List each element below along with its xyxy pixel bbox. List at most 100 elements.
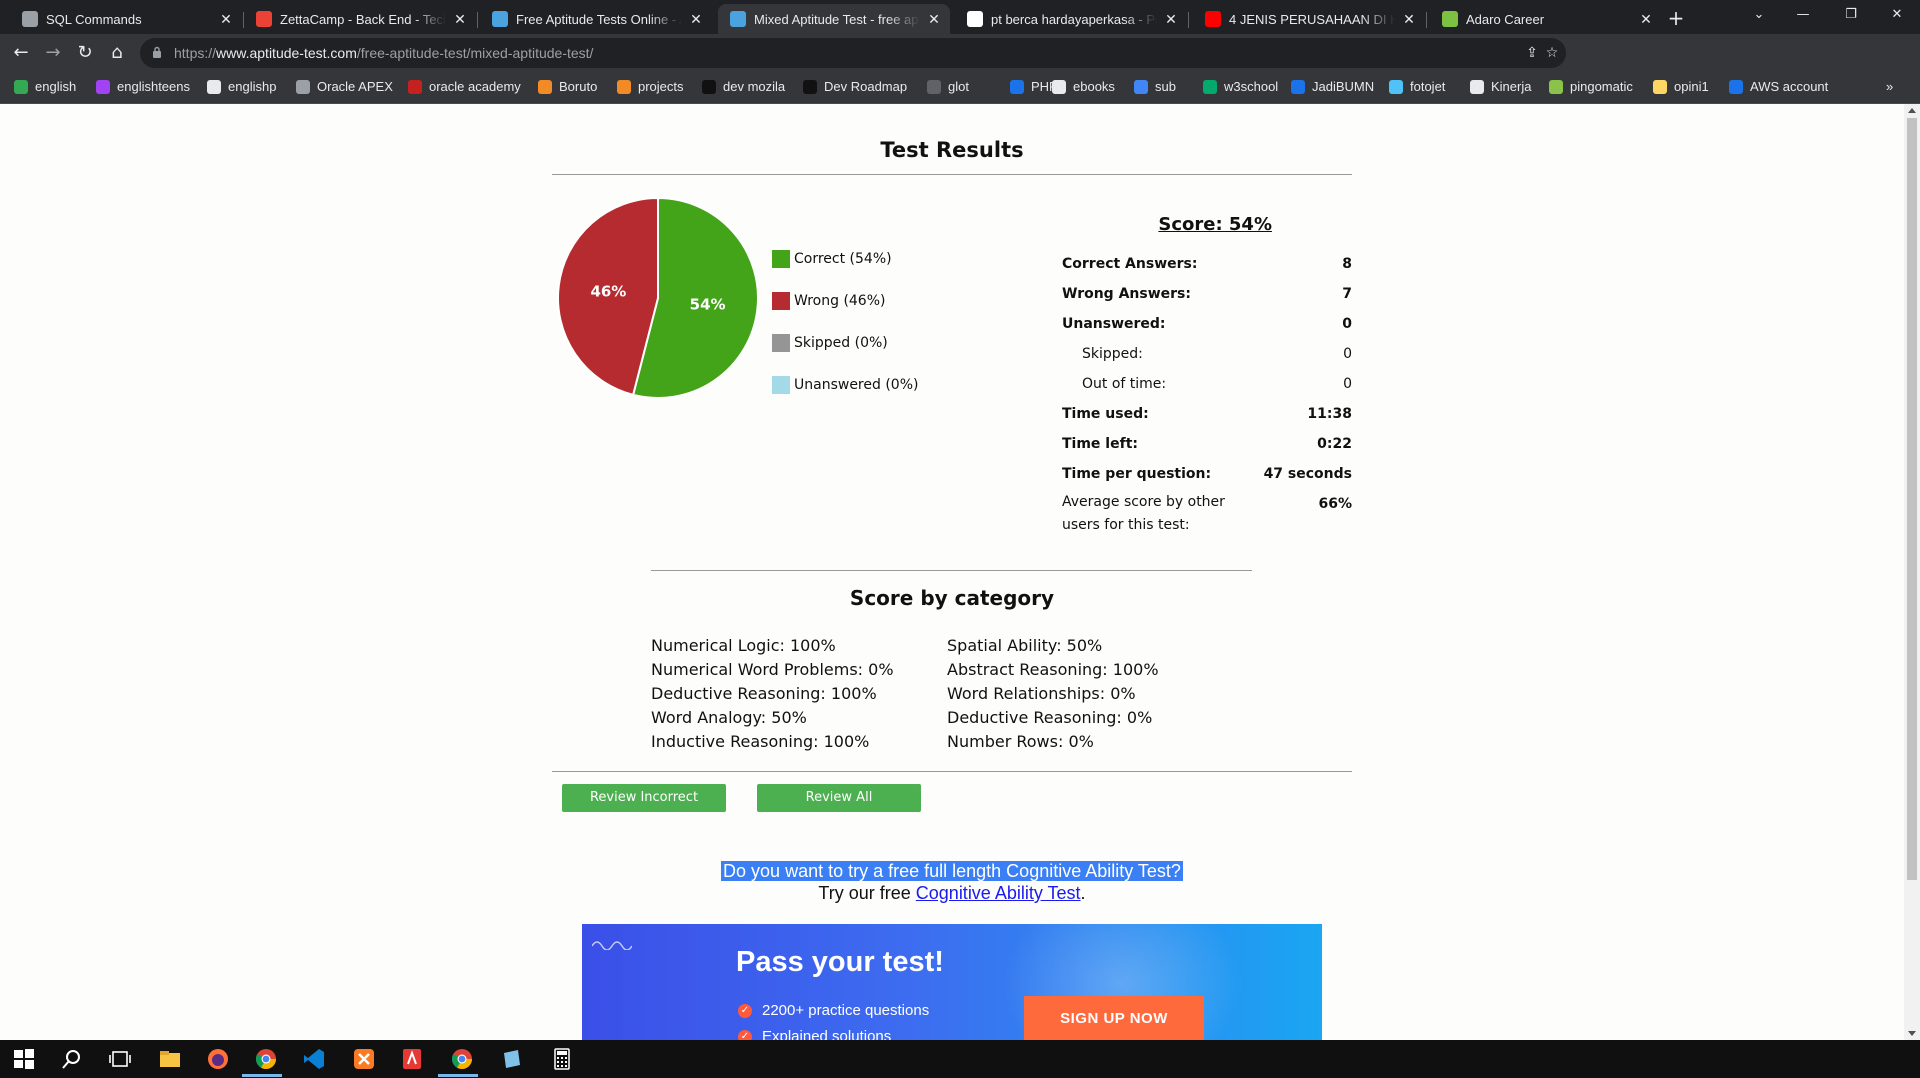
- stat-label: Time left:: [1062, 436, 1138, 452]
- scroll-up-arrow-icon[interactable]: [1908, 108, 1916, 113]
- close-tab-icon[interactable]: ✕: [218, 11, 234, 28]
- bookmark-item[interactable]: oracle academy: [408, 79, 521, 94]
- scrollbar-thumb[interactable]: [1907, 118, 1917, 880]
- bookmark-item[interactable]: AWS account: [1729, 79, 1828, 94]
- firefox-icon[interactable]: [206, 1047, 230, 1071]
- address-bar[interactable]: https://www.aptitude-test.com/free-aptit…: [140, 38, 1566, 68]
- chrome-icon[interactable]: [254, 1047, 278, 1071]
- category-score: Deductive Reasoning: 0%: [947, 708, 1153, 727]
- cognitive-test-link[interactable]: Cognitive Ability Test: [916, 883, 1081, 903]
- url-text[interactable]: https://www.aptitude-test.com/free-aptit…: [174, 45, 593, 61]
- back-icon[interactable]: ←: [10, 42, 32, 64]
- bookmark-item[interactable]: sub: [1134, 79, 1176, 94]
- browser-tab[interactable]: ZettaCamp - Back End - Technical ✕: [244, 4, 476, 34]
- bookmark-label: sub: [1155, 79, 1176, 94]
- lock-icon: [153, 46, 161, 58]
- bookmark-favicon-icon: [1653, 79, 1667, 94]
- bookmark-favicon-icon: [1291, 79, 1305, 94]
- bookmark-item[interactable]: Boruto: [538, 79, 597, 94]
- browser-tab[interactable]: 4 JENIS PERUSAHAAN DI KALANGAN ✕: [1193, 4, 1425, 34]
- scroll-down-arrow-icon[interactable]: [1908, 1031, 1916, 1036]
- file-explorer-icon[interactable]: [158, 1047, 182, 1071]
- bookmark-item[interactable]: ebooks: [1052, 79, 1115, 94]
- bookmark-item[interactable]: english: [14, 79, 76, 94]
- stat-value: 66%: [1318, 496, 1352, 512]
- browser-tab[interactable]: Free Aptitude Tests Online - Aptitude ✕: [480, 4, 712, 34]
- browser-tab[interactable]: SQL Commands ✕: [10, 4, 242, 34]
- reload-icon[interactable]: ↻: [74, 42, 96, 64]
- home-icon[interactable]: ⌂: [106, 42, 128, 64]
- tab-separator: [477, 12, 478, 28]
- review-incorrect-button[interactable]: Review Incorrect: [562, 784, 726, 812]
- tab-title: Mixed Aptitude Test - free aptitude: [754, 11, 920, 27]
- bookmark-item[interactable]: Oracle APEX: [296, 79, 393, 94]
- browser-tab[interactable]: Adaro Career ✕: [1430, 4, 1662, 34]
- category-list-right: Spatial Ability: 50% Abstract Reasoning: …: [947, 634, 1159, 754]
- stat-value: 47 seconds: [1263, 466, 1352, 482]
- bookmark-item[interactable]: englishteens: [96, 79, 190, 94]
- bookmark-item[interactable]: englishp: [207, 79, 276, 94]
- tab-title: 4 JENIS PERUSAHAAN DI KALANGAN: [1229, 11, 1395, 27]
- close-tab-icon[interactable]: ✕: [688, 11, 704, 28]
- score-pie-chart: 54% 46%: [557, 196, 760, 399]
- bookmark-item[interactable]: w3school: [1203, 79, 1278, 94]
- signup-banner[interactable]: Pass your test! ✓ 2200+ practice question…: [582, 924, 1322, 1040]
- vscode-icon[interactable]: [302, 1047, 326, 1071]
- bookmark-label: fotojet: [1410, 79, 1446, 94]
- close-window-button[interactable]: ✕: [1874, 0, 1920, 30]
- bookmark-item[interactable]: dev mozila: [702, 79, 785, 94]
- restore-button[interactable]: ❐: [1828, 0, 1874, 30]
- bookmark-star-icon[interactable]: ☆: [1544, 45, 1560, 61]
- tab-search-icon[interactable]: ⌄: [1736, 0, 1782, 30]
- bookmark-item[interactable]: PHP: [1010, 79, 1058, 94]
- notes-app-icon[interactable]: [500, 1047, 524, 1071]
- xampp-icon[interactable]: [352, 1047, 376, 1071]
- bookmark-item[interactable]: glot: [927, 79, 969, 94]
- review-all-button[interactable]: Review All: [757, 784, 921, 812]
- tab-title: Free Aptitude Tests Online - Aptitude: [516, 11, 682, 27]
- bookmark-item[interactable]: Dev Roadmap: [803, 79, 907, 94]
- category-score: Spatial Ability: 50%: [947, 636, 1103, 655]
- search-icon[interactable]: [60, 1047, 84, 1071]
- minimize-button[interactable]: —: [1780, 0, 1826, 30]
- sign-up-button[interactable]: SIGN UP NOW: [1024, 996, 1204, 1040]
- bookmark-label: PHP: [1031, 79, 1058, 94]
- share-icon[interactable]: ⇪: [1524, 45, 1540, 61]
- windows-start-icon[interactable]: [12, 1047, 36, 1071]
- more-bookmarks-button[interactable]: »: [1886, 79, 1893, 94]
- category-score: Deductive Reasoning: 100%: [651, 684, 877, 703]
- bookmark-item[interactable]: pingomatic: [1549, 79, 1633, 94]
- bookmark-label: w3school: [1224, 79, 1279, 94]
- bookmark-item[interactable]: opini1: [1653, 79, 1709, 94]
- stat-label: Out of time:: [1082, 376, 1167, 392]
- stat-value: 8: [1342, 256, 1352, 272]
- close-tab-icon[interactable]: ✕: [926, 11, 942, 28]
- stat-value: 0: [1343, 376, 1352, 392]
- browser-tab[interactable]: Mixed Aptitude Test - free aptitude ✕: [718, 4, 950, 34]
- tab-separator: [1426, 12, 1427, 28]
- bookmark-favicon-icon: [1203, 79, 1217, 94]
- bookmark-label: Dev Roadmap: [824, 79, 908, 94]
- close-tab-icon[interactable]: ✕: [1638, 11, 1654, 28]
- forward-icon[interactable]: →: [42, 42, 64, 64]
- bookmark-favicon-icon: [702, 79, 716, 94]
- new-tab-button[interactable]: +: [1664, 6, 1688, 30]
- legend-swatch: [772, 376, 790, 394]
- task-view-icon[interactable]: [108, 1047, 132, 1071]
- app-icon[interactable]: [400, 1047, 424, 1071]
- bookmark-item[interactable]: fotojet: [1389, 79, 1445, 94]
- close-tab-icon[interactable]: ✕: [1163, 11, 1179, 28]
- chrome-icon[interactable]: [450, 1047, 474, 1071]
- aptitude-icon: [730, 11, 746, 27]
- category-score: Numerical Word Problems: 0%: [651, 660, 894, 679]
- bookmark-item[interactable]: JadiBUMN: [1291, 79, 1374, 94]
- close-tab-icon[interactable]: ✕: [452, 11, 468, 28]
- bookmark-item[interactable]: projects: [617, 79, 684, 94]
- category-score: Abstract Reasoning: 100%: [947, 660, 1159, 679]
- bookmark-item[interactable]: Kinerja: [1470, 79, 1531, 94]
- browser-tab[interactable]: pt berca hardayaperkasa - Penelusuran ✕: [955, 4, 1187, 34]
- page-scrollbar[interactable]: [1904, 104, 1920, 1040]
- close-tab-icon[interactable]: ✕: [1401, 11, 1417, 28]
- category-score: Inductive Reasoning: 100%: [651, 732, 870, 751]
- calculator-icon[interactable]: [550, 1047, 574, 1071]
